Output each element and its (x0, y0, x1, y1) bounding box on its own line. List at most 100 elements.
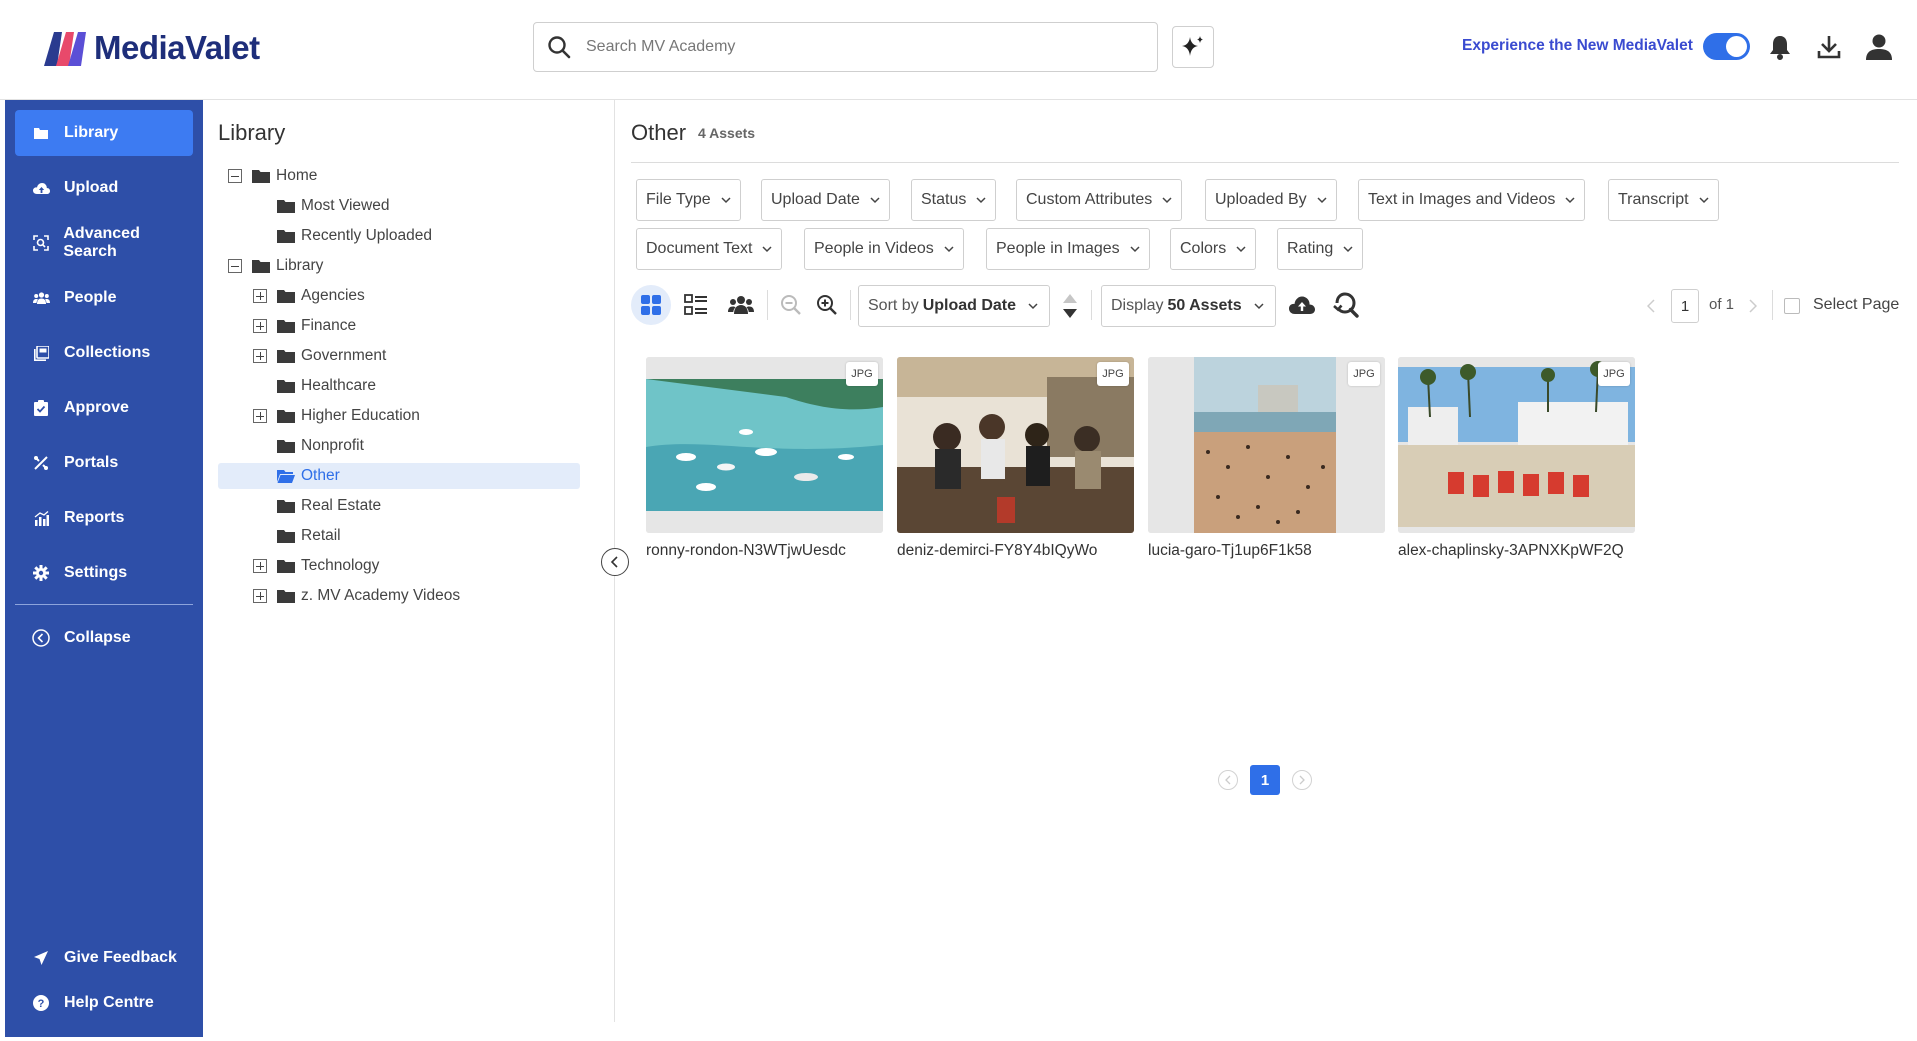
asset-name[interactable]: lucia-garo-Tj1up6F1k58 (1148, 542, 1385, 560)
filter-status[interactable]: Status (911, 179, 997, 221)
filter-people-in-images[interactable]: People in Images (986, 228, 1150, 270)
give-feedback-button[interactable]: Give Feedback (15, 935, 193, 981)
search-bar[interactable] (533, 22, 1158, 72)
display-count-dropdown[interactable]: Display 50 Assets (1101, 285, 1276, 327)
tree-item-healthcare[interactable]: Healthcare (277, 373, 376, 399)
sidebar-collapse-button[interactable]: Collapse (15, 615, 193, 661)
next-page-button[interactable] (1747, 296, 1759, 316)
tree-item-most-viewed[interactable]: Most Viewed (277, 193, 389, 219)
sort-dropdown[interactable]: Sort by Upload Date (858, 285, 1050, 327)
sidebar-item-label: Advanced Search (63, 225, 140, 260)
tree-item-other[interactable]: Other (218, 463, 580, 489)
tree-item-government[interactable]: Government (253, 343, 386, 369)
tree-item-mv-academy-videos[interactable]: z. MV Academy Videos (253, 583, 460, 609)
page-title: Other (631, 120, 687, 145)
asset-thumbnail[interactable]: JPG (1398, 357, 1635, 533)
sidebar-item-upload[interactable]: Upload (15, 165, 193, 211)
sidebar-item-advanced-search[interactable]: Advanced Search (15, 220, 193, 266)
filter-rating[interactable]: Rating (1277, 228, 1364, 270)
asset-name[interactable]: deniz-demirci-FY8Y4bIQyWo (897, 542, 1134, 560)
brand-name: MediaValet (94, 29, 260, 66)
zoom-in-button[interactable] (814, 291, 840, 319)
expand-toggle-icon[interactable] (253, 289, 267, 303)
tree-item-home[interactable]: Home (228, 163, 317, 189)
list-view-button[interactable] (681, 290, 711, 320)
filter-transcript[interactable]: Transcript (1608, 179, 1719, 221)
folder-icon (277, 290, 295, 303)
select-page-label[interactable]: Select Page (1813, 296, 1899, 314)
asset-card[interactable]: JPG deniz-demirci-FY8Y4bIQyWo (897, 357, 1134, 560)
people-view-button[interactable] (725, 290, 757, 320)
asset-thumbnail[interactable]: JPG (897, 357, 1134, 533)
tree-item-real-estate[interactable]: Real Estate (277, 493, 381, 519)
filter-people-in-videos[interactable]: People in Videos (804, 228, 964, 270)
expand-toggle-icon[interactable] (253, 559, 267, 573)
filter-text-in-images-videos[interactable]: Text in Images and Videos (1358, 179, 1586, 221)
sidebar-item-portals[interactable]: Portals (15, 440, 193, 486)
sort-direction-button[interactable] (1060, 290, 1080, 322)
experience-new-link[interactable]: Experience the New MediaValet (1462, 37, 1693, 55)
asset-thumbnail[interactable]: JPG (1148, 357, 1385, 533)
asset-name[interactable]: ronny-rondon-N3WTjwUesdc (646, 542, 883, 560)
tree-item-recently-uploaded[interactable]: Recently Uploaded (277, 223, 432, 249)
filter-uploaded-by[interactable]: Uploaded By (1205, 179, 1337, 221)
brand-logo[interactable]: MediaValet (42, 28, 260, 68)
tree-item-library[interactable]: Library (228, 253, 323, 279)
upload-button[interactable] (1287, 290, 1317, 320)
tree-item-label: Healthcare (301, 377, 376, 394)
sidebar-item-library[interactable]: Library (15, 110, 193, 156)
asset-card[interactable]: JPG ronny-rondon-N3WTjwUesdc (646, 357, 883, 560)
sidebar-item-label: Collections (64, 344, 151, 361)
zoom-out-button[interactable] (778, 291, 804, 319)
collapse-toggle-icon[interactable] (228, 259, 242, 273)
tree-item-agencies[interactable]: Agencies (253, 283, 365, 309)
file-type-badge: JPG (1097, 362, 1129, 386)
asset-name[interactable]: alex-chaplinsky-3APNXKpWF2Q (1398, 542, 1635, 560)
collapse-tree-panel-button[interactable] (601, 548, 629, 576)
filter-custom-attributes[interactable]: Custom Attributes (1016, 179, 1183, 221)
search-input[interactable] (586, 38, 1146, 56)
asset-card[interactable]: JPG lucia-garo-Tj1up6F1k58 (1148, 357, 1385, 560)
download-icon (1817, 36, 1841, 59)
filter-document-text[interactable]: Document Text (636, 228, 783, 270)
bell-icon (1770, 36, 1790, 60)
notifications-button[interactable] (1766, 32, 1794, 62)
expand-toggle-icon[interactable] (253, 409, 267, 423)
sidebar-item-people[interactable]: People (15, 275, 193, 321)
bottom-next-page-button[interactable] (1292, 770, 1312, 790)
help-centre-button[interactable]: ? Help Centre (15, 980, 193, 1026)
new-experience-toggle[interactable] (1703, 33, 1750, 60)
sidebar-item-reports[interactable]: Reports (15, 495, 193, 541)
page-button-current[interactable]: 1 (1250, 765, 1280, 795)
select-page-checkbox[interactable] (1784, 298, 1800, 314)
bottom-pagination: 1 (1215, 765, 1315, 795)
tree-item-nonprofit[interactable]: Nonprofit (277, 433, 364, 459)
page-number-input[interactable]: 1 (1671, 289, 1699, 323)
chevron-right-icon (1749, 299, 1757, 313)
asset-card[interactable]: JPG alex-chaplinsky-3APNXKpWF2Q (1398, 357, 1635, 560)
sidebar-item-approve[interactable]: Approve (15, 385, 193, 431)
expand-toggle-icon[interactable] (253, 319, 267, 333)
collapse-toggle-icon[interactable] (228, 169, 242, 183)
filter-colors[interactable]: Colors (1170, 228, 1257, 270)
sidebar-item-label: Upload (64, 179, 119, 196)
sidebar-item-collections[interactable]: Collections (15, 330, 193, 376)
expand-toggle-icon[interactable] (253, 349, 267, 363)
tree-item-technology[interactable]: Technology (253, 553, 379, 579)
sidebar-item-settings[interactable]: Settings (15, 550, 193, 596)
downloads-button[interactable] (1815, 32, 1843, 62)
filter-upload-date[interactable]: Upload Date (761, 179, 890, 221)
ai-search-button[interactable] (1172, 26, 1214, 68)
tree-item-higher-education[interactable]: Higher Education (253, 403, 420, 429)
tree-item-finance[interactable]: Finance (253, 313, 356, 339)
prev-page-button[interactable] (1645, 296, 1657, 316)
expand-toggle-icon[interactable] (253, 589, 267, 603)
grid-view-button[interactable] (631, 285, 671, 325)
filter-file-type[interactable]: File Type (636, 179, 741, 221)
bottom-prev-page-button[interactable] (1218, 770, 1238, 790)
tree-item-retail[interactable]: Retail (277, 523, 341, 549)
user-menu-button[interactable] (1865, 32, 1893, 62)
sort-prefix: Sort by (868, 297, 919, 314)
similar-search-button[interactable] (1331, 290, 1361, 320)
asset-thumbnail[interactable]: JPG (646, 357, 883, 533)
